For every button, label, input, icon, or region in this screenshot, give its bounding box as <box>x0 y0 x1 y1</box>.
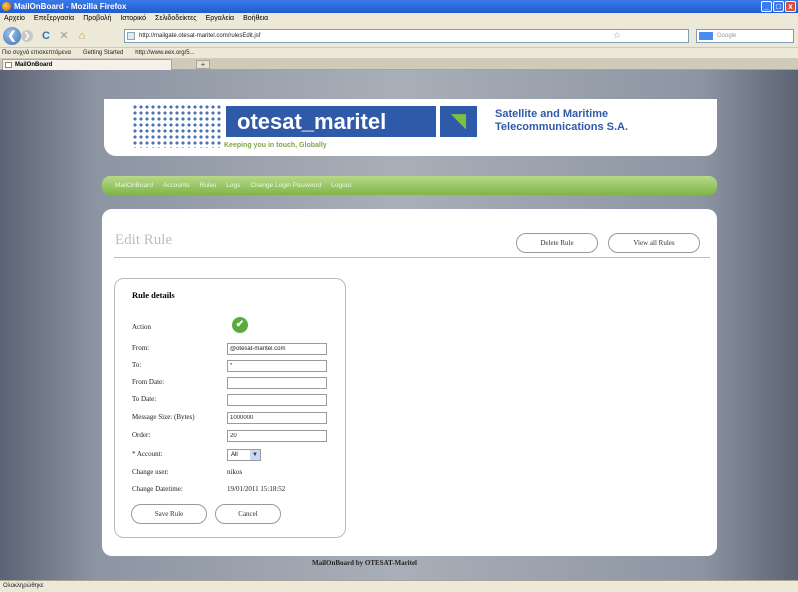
stop-icon[interactable]: ✕ <box>58 30 70 42</box>
bookmark-eex[interactable]: http://www.eex.org/5... <box>135 48 194 58</box>
change-datetime-label: Change Datetime: <box>132 485 183 493</box>
to-date-field[interactable] <box>227 394 327 406</box>
nav-change-password[interactable]: Change Login Password <box>250 176 321 195</box>
bookmark-getting-started[interactable]: Getting Started <box>83 48 123 58</box>
bookmarks-toolbar: Πιο συχνά επισκεπτόμενα Getting Started … <box>0 47 798 58</box>
window-title: MailOnBoard - Mozilla Firefox <box>14 2 127 11</box>
to-label: To: <box>132 361 142 369</box>
minimize-button[interactable]: _ <box>761 1 772 12</box>
account-label: * Account: <box>132 450 163 458</box>
rule-details-heading: Rule details <box>132 290 175 300</box>
menu-file[interactable]: Αρχείο <box>4 13 25 25</box>
menu-edit[interactable]: Επεξεργασία <box>34 13 74 25</box>
tab-title: MailOnBoard <box>15 62 53 68</box>
from-label: From: <box>132 344 150 352</box>
from-field[interactable] <box>227 343 327 355</box>
site-header: otesat_maritel ◥ Keeping you in touch, G… <box>104 99 717 156</box>
to-field[interactable] <box>227 360 327 372</box>
save-rule-button[interactable]: Save Rule <box>131 504 207 524</box>
menu-tools[interactable]: Εργαλεία <box>206 13 234 25</box>
account-select-value: All <box>231 452 238 458</box>
action-check-icon: ✔ <box>232 317 248 333</box>
window-titlebar: MailOnBoard - Mozilla Firefox _ □ x <box>0 0 798 13</box>
message-size-field[interactable] <box>227 412 327 424</box>
logo-tagline: Keeping you in touch, Globally <box>224 142 327 149</box>
menu-history[interactable]: Ιστορικό <box>120 13 146 25</box>
search-engine-icon[interactable] <box>699 32 713 40</box>
rule-details-panel: Rule details Action ✔ From: To: From Dat… <box>114 278 346 538</box>
to-date-label: To Date: <box>132 395 157 403</box>
browser-menubar: Αρχείο Επεξεργασία Προβολή Ιστορικό Σελι… <box>0 13 798 25</box>
nav-rules[interactable]: Rules <box>200 176 217 195</box>
menu-help[interactable]: Βοήθεια <box>243 13 268 25</box>
search-input[interactable]: Google <box>696 29 794 43</box>
from-date-label: From Date: <box>132 378 165 386</box>
close-button[interactable]: x <box>785 1 796 12</box>
firefox-icon <box>2 2 11 11</box>
page-icon <box>127 32 135 40</box>
forward-icon[interactable]: ❯ <box>21 30 33 42</box>
maximize-button[interactable]: □ <box>773 1 784 12</box>
action-label: Action <box>132 323 152 331</box>
chevron-down-icon[interactable]: ▼ <box>250 450 260 460</box>
order-field[interactable] <box>227 430 327 442</box>
message-size-label: Message Size: (Bytes) <box>132 413 195 421</box>
page-viewport: otesat_maritel ◥ Keeping you in touch, G… <box>0 70 798 580</box>
site-footer: MailOnBoard by OTESAT-Maritel <box>312 559 418 567</box>
page-title: Edit Rule <box>115 232 173 248</box>
title-divider <box>114 257 710 258</box>
change-datetime-value: 19/01/2011 15:18:52 <box>227 485 286 493</box>
change-user-value: nikos <box>227 468 243 476</box>
tab-bar: MailOnBoard + <box>0 58 798 70</box>
delete-rule-button[interactable]: Delete Rule <box>516 233 598 253</box>
order-label: Order: <box>132 431 151 439</box>
view-all-rules-button[interactable]: View all Rules <box>608 233 700 253</box>
nav-mailonboard[interactable]: MailOnBoard <box>115 176 153 195</box>
site-navigation: MailOnBoard Accounts Rules Logs Change L… <box>102 176 717 195</box>
new-tab-button[interactable]: + <box>196 60 210 69</box>
tab-favicon-icon <box>5 62 12 68</box>
company-name: Satellite and Maritime Telecommunication… <box>495 108 629 133</box>
navigation-toolbar: ❮ ❯ C ✕ ⌂ http://mailgate.otesat-maritel… <box>0 25 798 47</box>
menu-bookmarks[interactable]: Σελιδοδείκτες <box>155 13 197 25</box>
signal-icon: ◥ <box>440 106 477 137</box>
bookmark-most-visited[interactable]: Πιο συχνά επισκεπτόμενα <box>2 48 71 58</box>
home-icon[interactable]: ⌂ <box>76 30 88 42</box>
back-icon[interactable]: ❮ <box>3 27 21 45</box>
status-bar: Ολοκληρώθηκε <box>0 580 798 592</box>
nav-logs[interactable]: Logs <box>226 176 240 195</box>
logo-text: otesat_maritel <box>237 109 387 134</box>
change-user-label: Change user: <box>132 468 169 476</box>
reload-icon[interactable]: C <box>40 30 52 42</box>
url-bar[interactable]: http://mailgate.otesat-maritel.com/rules… <box>124 29 689 43</box>
nav-logout[interactable]: Logout <box>331 176 351 195</box>
account-select[interactable]: All ▼ <box>227 449 261 461</box>
tab-mailonboard[interactable]: MailOnBoard <box>2 59 172 70</box>
bookmark-star-icon[interactable]: ☆ <box>613 30 621 41</box>
window-controls: _ □ x <box>761 1 796 12</box>
cancel-button[interactable]: Cancel <box>215 504 281 524</box>
main-panel: Edit Rule Delete Rule View all Rules Rul… <box>102 209 717 556</box>
menu-view[interactable]: Προβολή <box>83 13 111 25</box>
url-text: http://mailgate.otesat-maritel.com/rules… <box>139 33 261 39</box>
nav-accounts[interactable]: Accounts <box>163 176 190 195</box>
from-date-field[interactable] <box>227 377 327 389</box>
logo-dots-graphic <box>132 104 222 148</box>
search-placeholder: Google <box>717 33 737 39</box>
